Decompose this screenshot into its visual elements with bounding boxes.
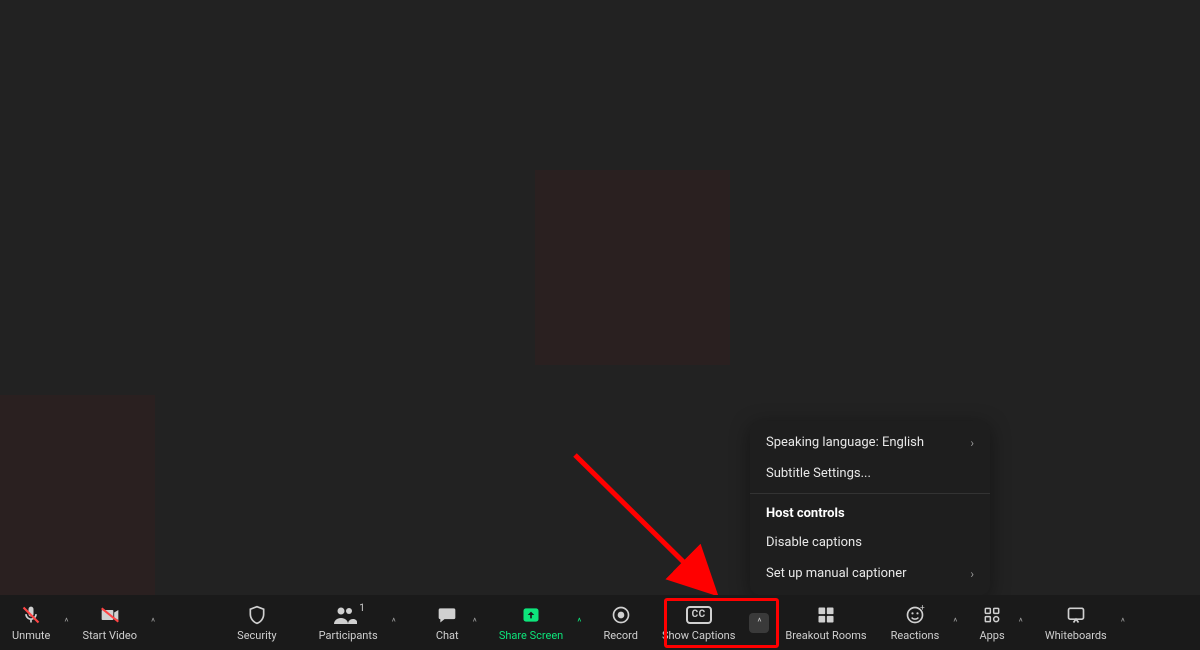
chevron-right-icon: › <box>970 567 974 581</box>
button-label: Chat <box>436 629 459 642</box>
record-icon <box>611 604 631 626</box>
whiteboards-button[interactable]: Whiteboards <box>1037 595 1115 650</box>
button-label: Show Captions <box>662 629 735 642</box>
menu-item-label: Disable captions <box>766 535 862 550</box>
chat-button[interactable]: Chat <box>428 595 467 650</box>
captions-menu: Speaking language: English › Subtitle Se… <box>750 421 990 595</box>
chevron-right-icon: › <box>970 436 974 450</box>
button-label: Participants <box>319 629 378 642</box>
share-screen-icon <box>521 604 541 626</box>
reactions-options-caret[interactable]: ^ <box>947 595 963 650</box>
button-label: Start Video <box>83 629 137 642</box>
closed-captions-icon: CC <box>686 604 712 626</box>
apps-icon <box>982 604 1002 626</box>
video-tile-self <box>0 395 155 595</box>
share-screen-button[interactable]: Share Screen <box>491 595 571 650</box>
button-label: Apps <box>979 629 1004 642</box>
breakout-rooms-button[interactable]: Breakout Rooms <box>777 595 874 650</box>
whiteboards-options-caret[interactable]: ^ <box>1115 595 1131 650</box>
unmute-button[interactable]: Unmute <box>4 595 58 650</box>
microphone-muted-icon <box>21 604 41 626</box>
menu-subtitle-settings[interactable]: Subtitle Settings... <box>750 458 990 489</box>
button-label: Unmute <box>12 629 50 642</box>
video-tile-center <box>535 170 730 365</box>
record-button[interactable]: Record <box>595 595 645 650</box>
video-off-icon <box>99 604 121 626</box>
start-video-button[interactable]: Start Video <box>75 595 145 650</box>
apps-options-caret[interactable]: ^ <box>1013 595 1029 650</box>
menu-item-label: Speaking language: English <box>766 435 924 450</box>
menu-divider <box>750 493 990 494</box>
meeting-toolbar: Unmute ^ Start Video ^ Security 1 Partic… <box>0 595 1200 650</box>
participants-options-caret[interactable]: ^ <box>386 595 402 650</box>
chat-options-caret[interactable]: ^ <box>467 595 483 650</box>
share-options-caret[interactable]: ^ <box>571 595 587 650</box>
button-label: Security <box>237 629 276 642</box>
menu-item-label: Set up manual captioner <box>766 566 907 581</box>
button-label: Share Screen <box>499 629 563 642</box>
show-captions-button[interactable]: CC Show Captions <box>654 595 743 650</box>
button-label: Whiteboards <box>1045 629 1107 642</box>
menu-speaking-language[interactable]: Speaking language: English › <box>750 427 990 458</box>
menu-setup-manual-captioner[interactable]: Set up manual captioner › <box>750 558 990 589</box>
button-label: Record <box>603 629 637 642</box>
whiteboards-icon <box>1065 604 1087 626</box>
participants-icon: 1 <box>333 604 363 626</box>
captions-options-caret[interactable]: ^ <box>743 595 769 650</box>
button-label: Reactions <box>891 629 940 642</box>
audio-options-caret[interactable]: ^ <box>58 595 74 650</box>
apps-button[interactable]: Apps <box>971 595 1012 650</box>
participants-button[interactable]: 1 Participants <box>311 595 386 650</box>
svg-text:+: + <box>920 605 925 613</box>
security-button[interactable]: Security <box>229 595 284 650</box>
breakout-rooms-icon <box>816 604 836 626</box>
chat-icon <box>437 604 457 626</box>
menu-section-header: Host controls <box>750 498 990 527</box>
reactions-icon: + <box>905 604 925 626</box>
reactions-button[interactable]: + Reactions <box>883 595 948 650</box>
video-options-caret[interactable]: ^ <box>145 595 161 650</box>
participants-count: 1 <box>359 603 365 614</box>
shield-icon <box>247 604 267 626</box>
menu-item-label: Subtitle Settings... <box>766 466 871 481</box>
menu-disable-captions[interactable]: Disable captions <box>750 527 990 558</box>
button-label: Breakout Rooms <box>785 629 866 642</box>
